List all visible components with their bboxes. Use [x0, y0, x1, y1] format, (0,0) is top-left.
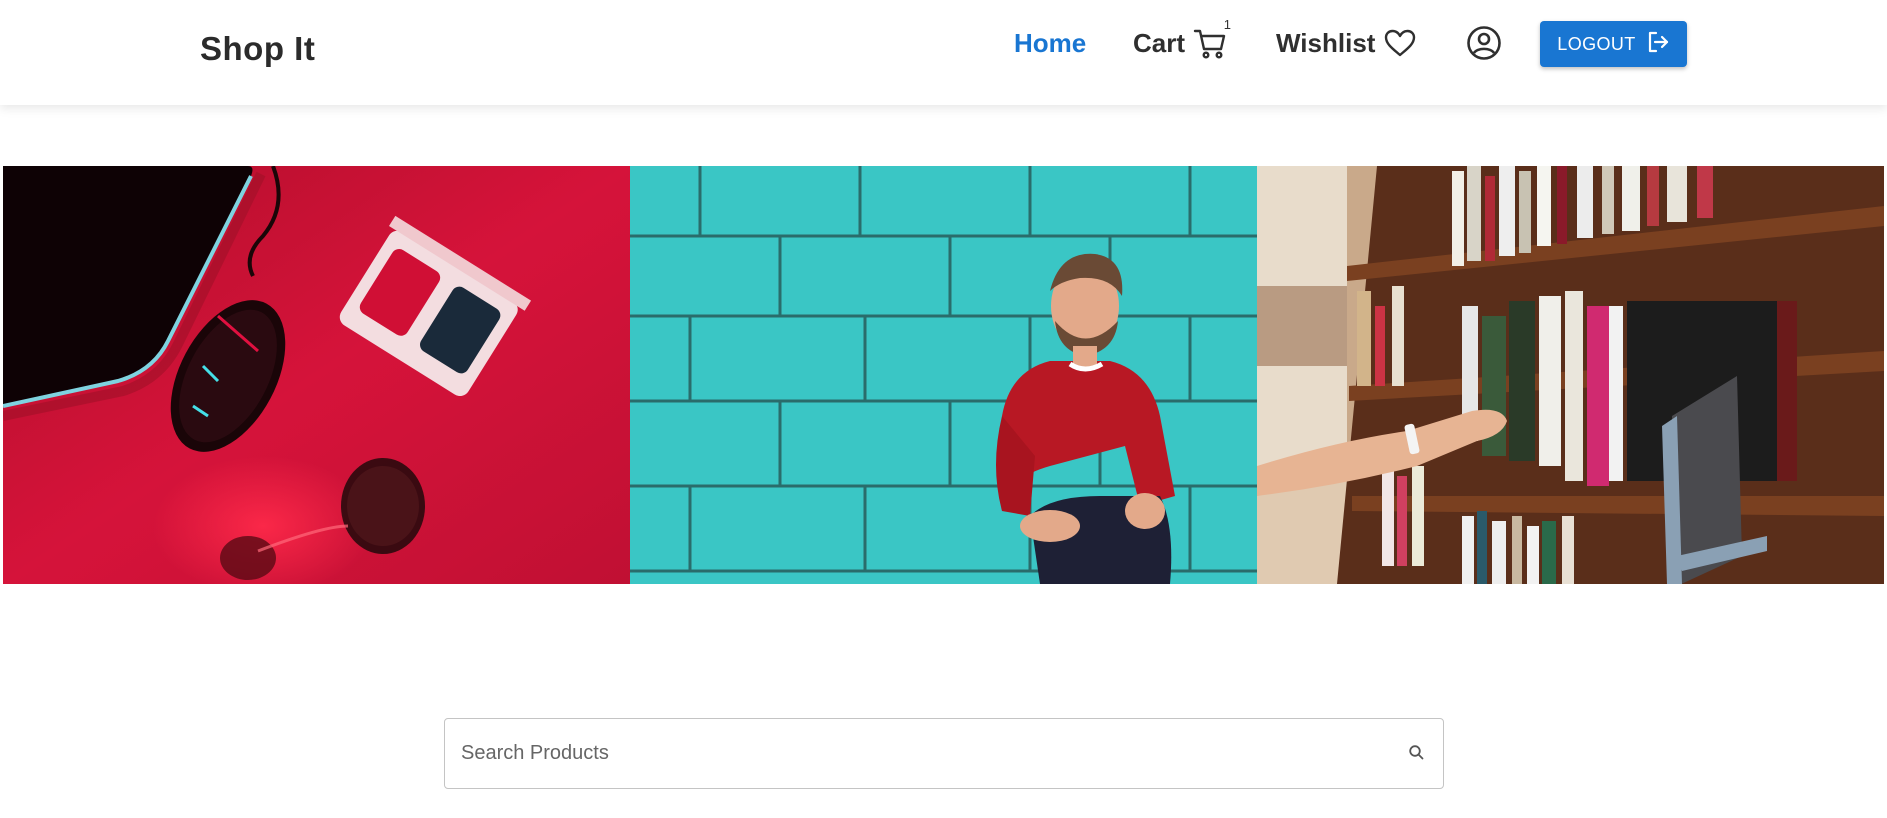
nav-cart-link[interactable]: Cart 1: [1133, 17, 1231, 60]
hero-banner: [3, 166, 1884, 584]
logout-label: LOGOUT: [1557, 33, 1636, 54]
nav-cart-label: Cart: [1133, 27, 1186, 58]
nav-wishlist-link[interactable]: Wishlist: [1276, 26, 1417, 60]
search-bar: [444, 718, 1444, 789]
banner-image-books: [1257, 166, 1884, 584]
search-icon[interactable]: [1407, 743, 1427, 763]
account-icon[interactable]: [1466, 25, 1502, 61]
banner-image-fashion: [630, 166, 1257, 584]
nav-wishlist-label: Wishlist: [1276, 27, 1376, 58]
heart-icon: [1383, 28, 1417, 58]
brand-logo[interactable]: Shop It: [200, 30, 315, 68]
top-navbar: Shop It Home Cart 1 Wishlist LOGOUT: [0, 0, 1887, 105]
cart-count-badge: 1: [1223, 17, 1232, 32]
cart-icon: 1: [1193, 17, 1231, 59]
banner-image-electronics: [3, 166, 630, 584]
logout-button[interactable]: LOGOUT: [1540, 21, 1687, 67]
search-input[interactable]: [445, 719, 1385, 788]
logout-icon: [1646, 30, 1670, 59]
nav-home-label: Home: [1014, 27, 1087, 58]
nav-home-link[interactable]: Home: [1014, 26, 1086, 60]
